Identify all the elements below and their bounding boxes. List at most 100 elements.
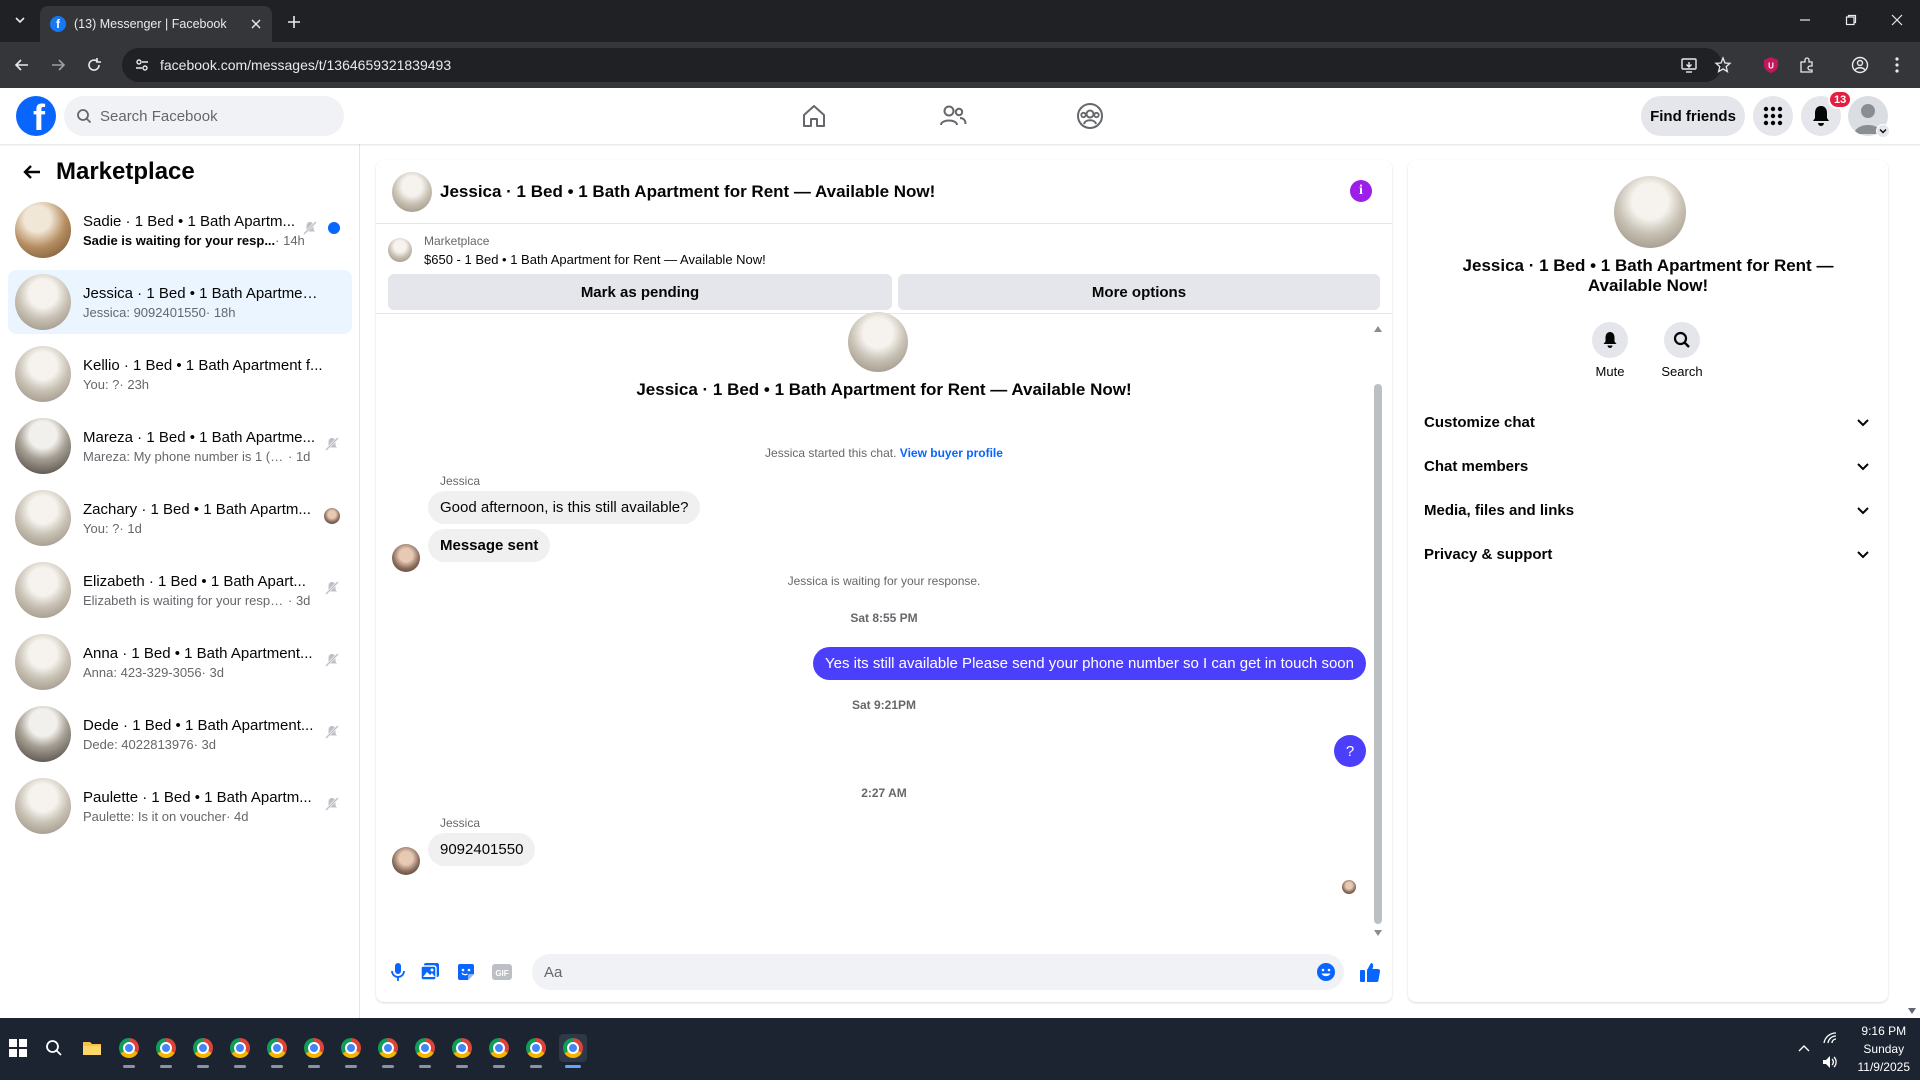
bookmark-star-icon[interactable] [1712,54,1734,76]
volume-icon[interactable] [1816,1048,1844,1076]
incoming-message[interactable]: Good afternoon, is this still available? [428,491,701,524]
chrome-taskbar-icon[interactable] [152,1034,180,1068]
chrome-taskbar-icon[interactable] [337,1034,365,1068]
facebook-logo-icon[interactable]: f [16,96,56,136]
listing-price-title[interactable]: $650 - 1 Bed • 1 Bath Apartment for Rent… [424,252,766,267]
customize-chat-row[interactable]: Customize chat [1416,400,1880,444]
mute-button[interactable]: Mute [1580,322,1640,379]
browser-tab[interactable]: f (13) Messenger | Facebook [40,6,272,42]
restore-icon[interactable] [1828,0,1874,40]
find-friends-button[interactable]: Find friends [1641,96,1745,136]
conversation-item-mareza[interactable]: Mareza · 1 Bed • 1 Bath Apartme... Marez… [8,414,352,478]
listing-photo [15,706,71,762]
friends-icon[interactable] [937,100,969,132]
emoji-icon[interactable] [1316,962,1336,982]
listing-thumbnail[interactable] [388,238,412,262]
listing-photo[interactable] [1614,176,1686,248]
chat-scrollbar[interactable] [1374,384,1382,924]
site-info-icon[interactable] [134,57,150,73]
sticker-icon[interactable] [454,960,478,984]
scroll-down-icon[interactable] [1374,930,1382,936]
chrome-taskbar-icon[interactable] [115,1034,143,1068]
conversation-item-paulette[interactable]: Paulette · 1 Bed • 1 Bath Apartm... Paul… [8,774,352,838]
conversation-preview: Sadie is waiting for your resp... [83,232,276,248]
outgoing-message[interactable]: ? [1334,735,1366,767]
conversation-time: · 14h [275,232,305,248]
conversation-preview: Anna: 423-329-3056 [83,664,202,680]
profile-icon[interactable] [1849,54,1871,76]
back-arrow-icon[interactable] [9,52,35,78]
file-explorer-icon[interactable] [78,1034,106,1062]
reload-icon[interactable] [81,52,107,78]
chat-members-row[interactable]: Chat members [1416,444,1880,488]
chrome-taskbar-icon[interactable] [374,1034,402,1068]
home-icon[interactable] [798,100,830,132]
mark-as-pending-button[interactable]: Mark as pending [388,274,892,310]
system-clock[interactable]: 9:16 PM Sunday 11/9/2025 [1858,1022,1911,1076]
chevron-down-icon [1857,551,1869,559]
install-app-icon[interactable] [1678,54,1700,76]
message-input[interactable] [544,963,1304,981]
windows-start-icon[interactable] [4,1034,32,1062]
tab-close-icon[interactable] [248,16,264,32]
conversation-name: Kellio · 1 Bed • 1 Bath Apartment f... [83,356,323,374]
conversation-item-anna[interactable]: Anna · 1 Bed • 1 Bath Apartment... Anna:… [8,630,352,694]
chrome-taskbar-icon[interactable] [263,1034,291,1068]
conversation-item-elizabeth[interactable]: Elizabeth · 1 Bed • 1 Bath Apart... Eliz… [8,558,352,622]
chrome-taskbar-icon[interactable] [485,1034,513,1068]
page-scroll-down-icon[interactable] [1908,1008,1916,1014]
conversation-item-zachary[interactable]: Zachary · 1 Bed • 1 Bath Apartm... You: … [8,486,352,550]
outgoing-message[interactable]: Yes its still available Please send your… [813,647,1366,680]
gif-icon[interactable]: GIF [490,960,514,984]
incoming-message[interactable]: 9092401550 [428,833,536,866]
view-buyer-profile-link[interactable]: View buyer profile [900,446,1003,460]
window-close-icon[interactable] [1874,0,1920,40]
tab-search-button[interactable] [8,8,32,32]
chrome-taskbar-icon[interactable] [411,1034,439,1068]
privacy-support-row[interactable]: Privacy & support [1416,532,1880,576]
search-conversation-button[interactable]: Search [1652,322,1712,379]
conversation-item-jessica[interactable]: Jessica · 1 Bed • 1 Bath Apartment ... J… [8,270,352,334]
back-arrow-icon[interactable] [16,156,48,188]
account-chevron-down-icon[interactable] [1876,124,1890,138]
browser-menu-icon[interactable] [1886,54,1908,76]
conversation-item-sadie[interactable]: Sadie · 1 Bed • 1 Bath Apartm... Sadie i… [8,198,352,262]
sender-avatar[interactable] [392,544,420,572]
conversation-time: · 4d [226,808,249,824]
facebook-search-input[interactable] [100,107,320,125]
chrome-taskbar-icon[interactable] [226,1034,254,1068]
microphone-icon[interactable] [386,960,410,984]
info-icon[interactable]: i [1350,180,1372,202]
facebook-search[interactable] [64,96,344,136]
photo-attach-icon[interactable] [418,960,442,984]
tray-chevron-up-icon[interactable] [1790,1034,1818,1062]
extensions-puzzle-icon[interactable] [1796,54,1818,76]
like-thumbs-up-icon[interactable] [1358,960,1382,984]
sender-avatar[interactable] [392,847,420,875]
listing-photo [15,490,71,546]
minimize-icon[interactable] [1782,0,1828,40]
chat-title[interactable]: Jessica · 1 Bed • 1 Bath Apartment for R… [440,182,935,202]
chrome-taskbar-icon[interactable] [189,1034,217,1068]
menu-grid-icon[interactable] [1753,96,1793,136]
conversation-item-kellio[interactable]: Kellio · 1 Bed • 1 Bath Apartment f... Y… [8,342,352,406]
media-files-links-row[interactable]: Media, files and links [1416,488,1880,532]
sender-name: Jessica [440,816,481,830]
groups-icon[interactable] [1074,100,1106,132]
chrome-taskbar-icon[interactable] [448,1034,476,1068]
chat-header[interactable]: Jessica · 1 Bed • 1 Bath Apartment for R… [376,160,1392,224]
more-options-button[interactable]: More options [898,274,1380,310]
chrome-taskbar-icon[interactable] [300,1034,328,1068]
chrome-taskbar-icon[interactable] [522,1034,550,1068]
address-bar[interactable]: facebook.com/messages/t/1364659321839493 [122,48,1722,82]
conversation-item-dede[interactable]: Dede · 1 Bed • 1 Bath Apartment... Dede:… [8,702,352,766]
new-tab-button[interactable] [282,10,306,34]
incoming-message[interactable]: Message sent [428,529,551,562]
taskbar-search-icon[interactable] [40,1034,68,1062]
chrome-taskbar-icon-active[interactable] [559,1034,587,1068]
message-input-container[interactable] [532,954,1344,990]
sidebar-title: Marketplace [56,158,195,185]
scroll-up-icon[interactable] [1374,326,1382,332]
forward-arrow-icon[interactable] [45,52,71,78]
shield-extension-icon[interactable]: U [1760,54,1782,76]
